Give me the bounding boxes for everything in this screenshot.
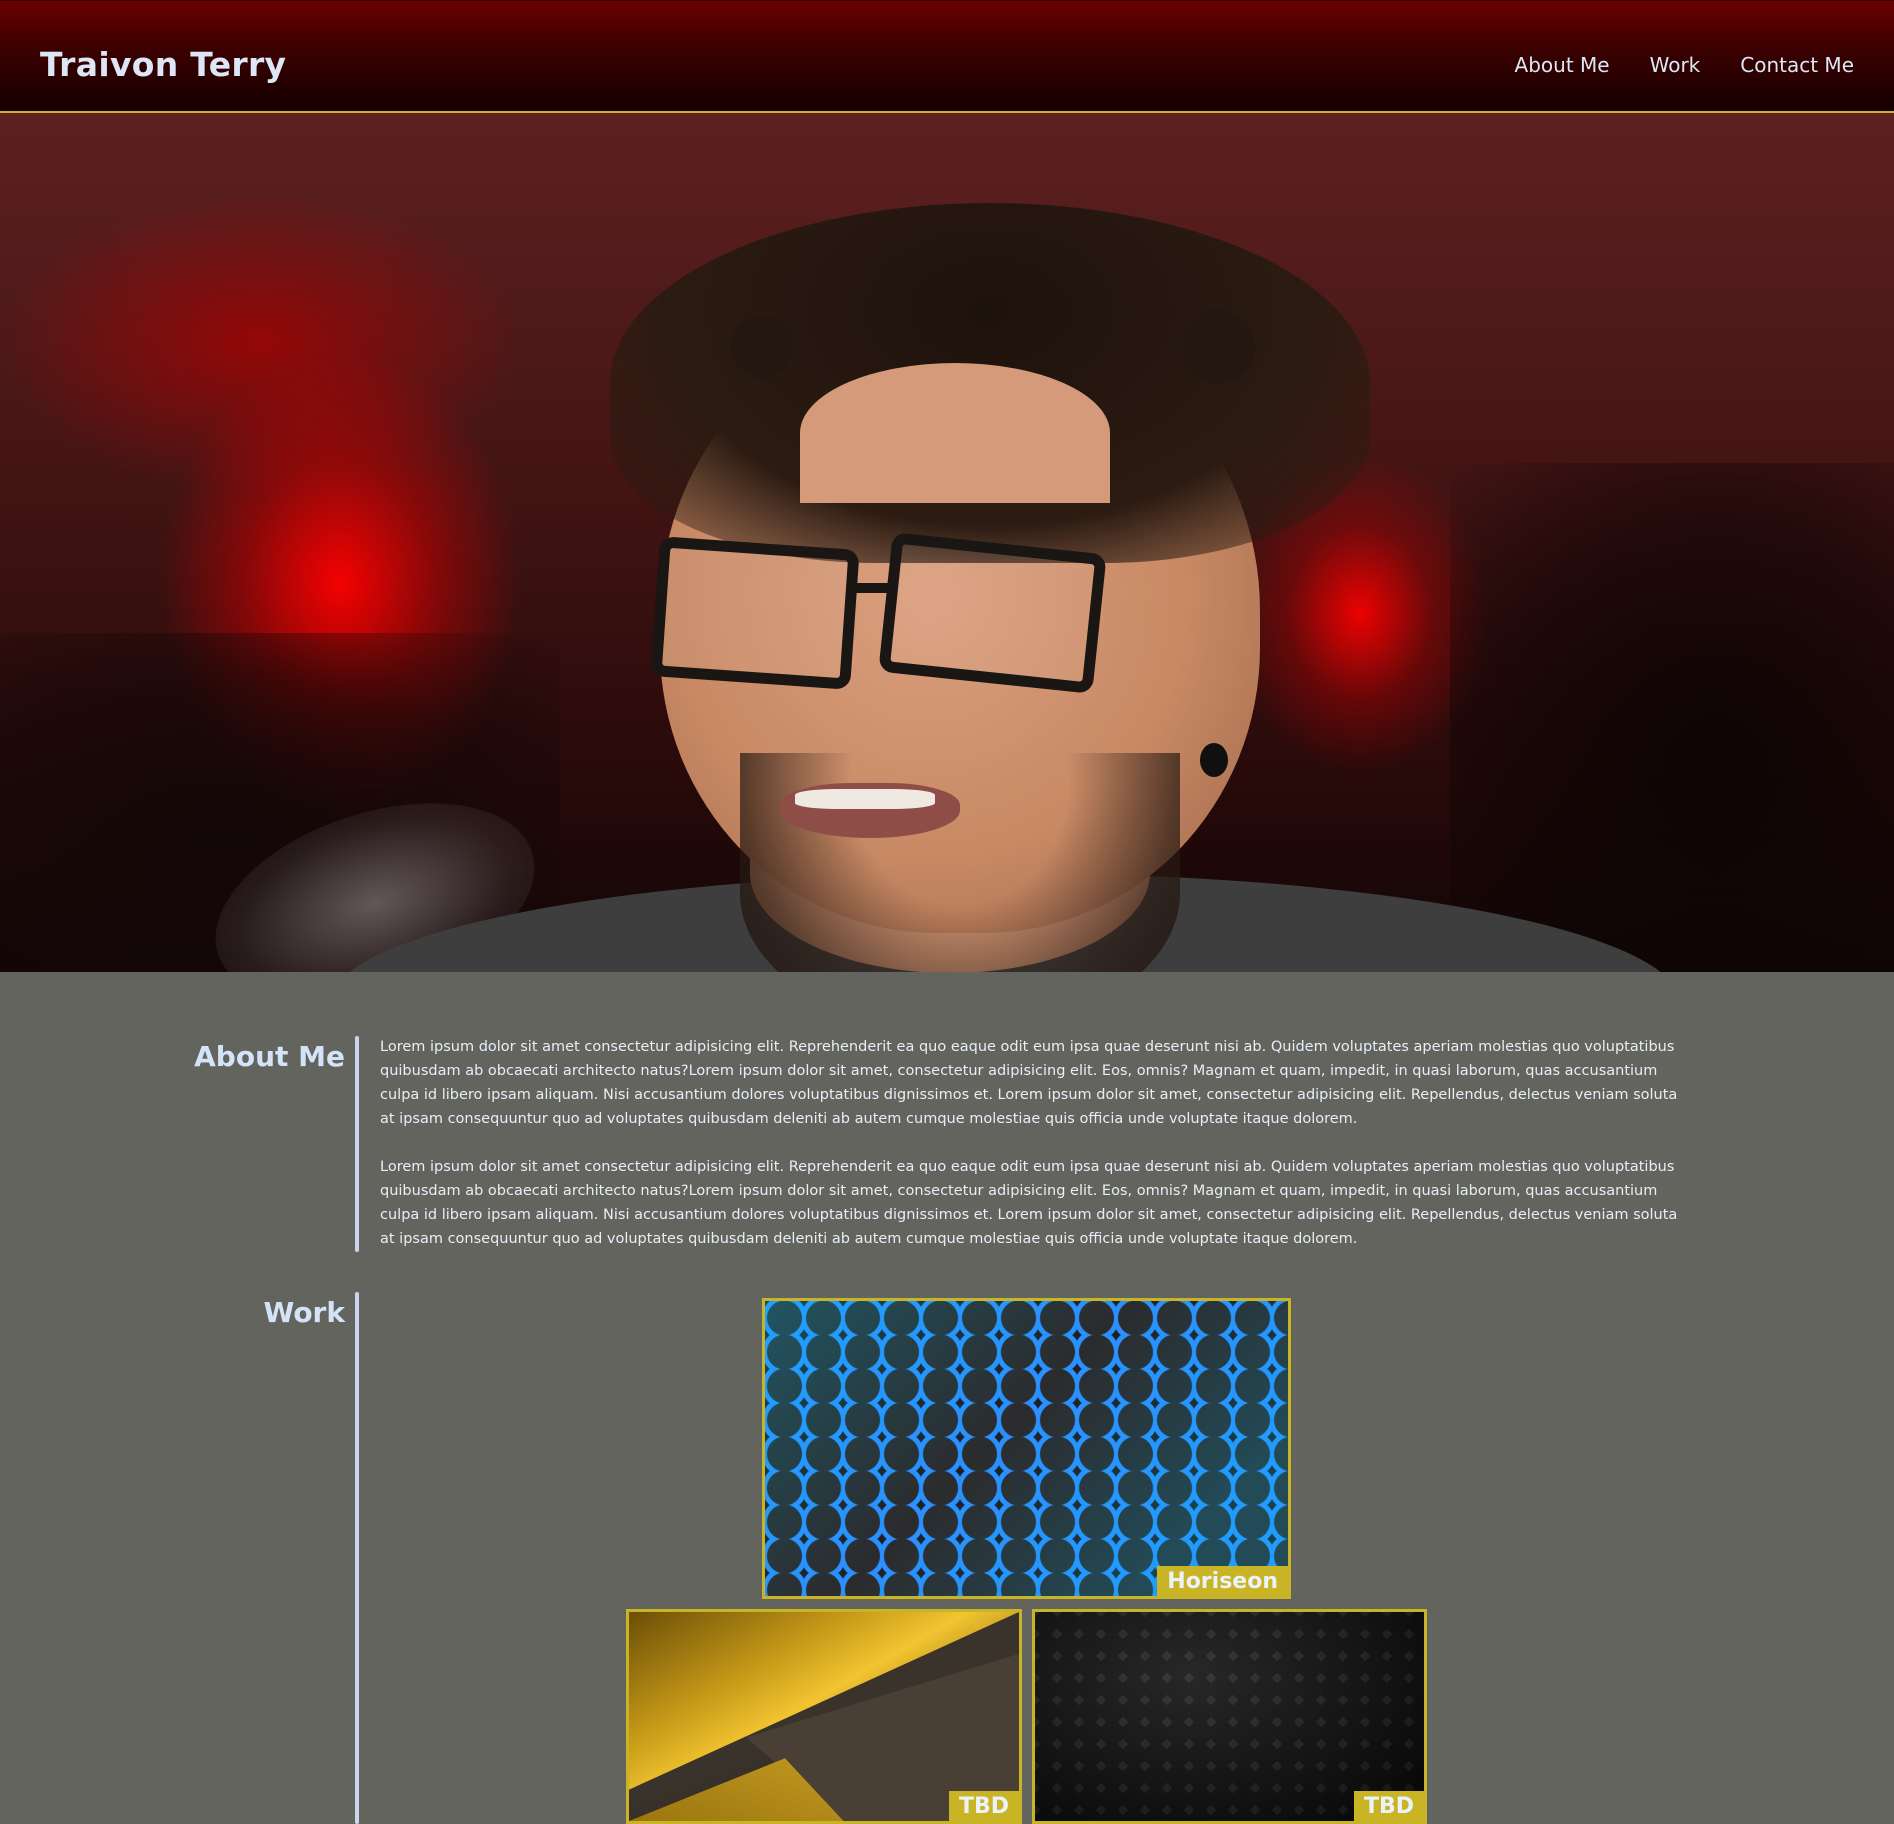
site-header: Traivon Terry About Me Work Contact Me — [0, 0, 1894, 113]
hero-portrait-image — [0, 113, 1894, 972]
nav-work[interactable]: Work — [1650, 53, 1701, 77]
work-heading: Work — [263, 1296, 345, 1329]
project-card-tbd-2[interactable]: TBD — [1032, 1609, 1427, 1824]
main-nav: About Me Work Contact Me — [1515, 53, 1854, 77]
about-text: Lorem ipsum dolor sit amet consectetur a… — [380, 1035, 1690, 1275]
project-label-tbd-2: TBD — [1353, 1791, 1424, 1821]
project-label-tbd-1: TBD — [948, 1791, 1019, 1821]
project-label-horiseon: Horiseon — [1157, 1566, 1288, 1596]
work-divider — [355, 1292, 359, 1824]
about-paragraph-2: Lorem ipsum dolor sit amet consectetur a… — [380, 1159, 1678, 1247]
about-divider — [355, 1036, 359, 1252]
nav-contact-me[interactable]: Contact Me — [1740, 53, 1854, 77]
about-paragraph-1: Lorem ipsum dolor sit amet consectetur a… — [380, 1039, 1678, 1127]
project-card-horiseon[interactable]: Horiseon — [762, 1298, 1291, 1599]
nav-about-me[interactable]: About Me — [1515, 53, 1610, 77]
site-title: Traivon Terry — [40, 45, 287, 84]
project-card-tbd-1[interactable]: TBD — [626, 1609, 1022, 1824]
about-me-heading: About Me — [194, 1040, 345, 1073]
